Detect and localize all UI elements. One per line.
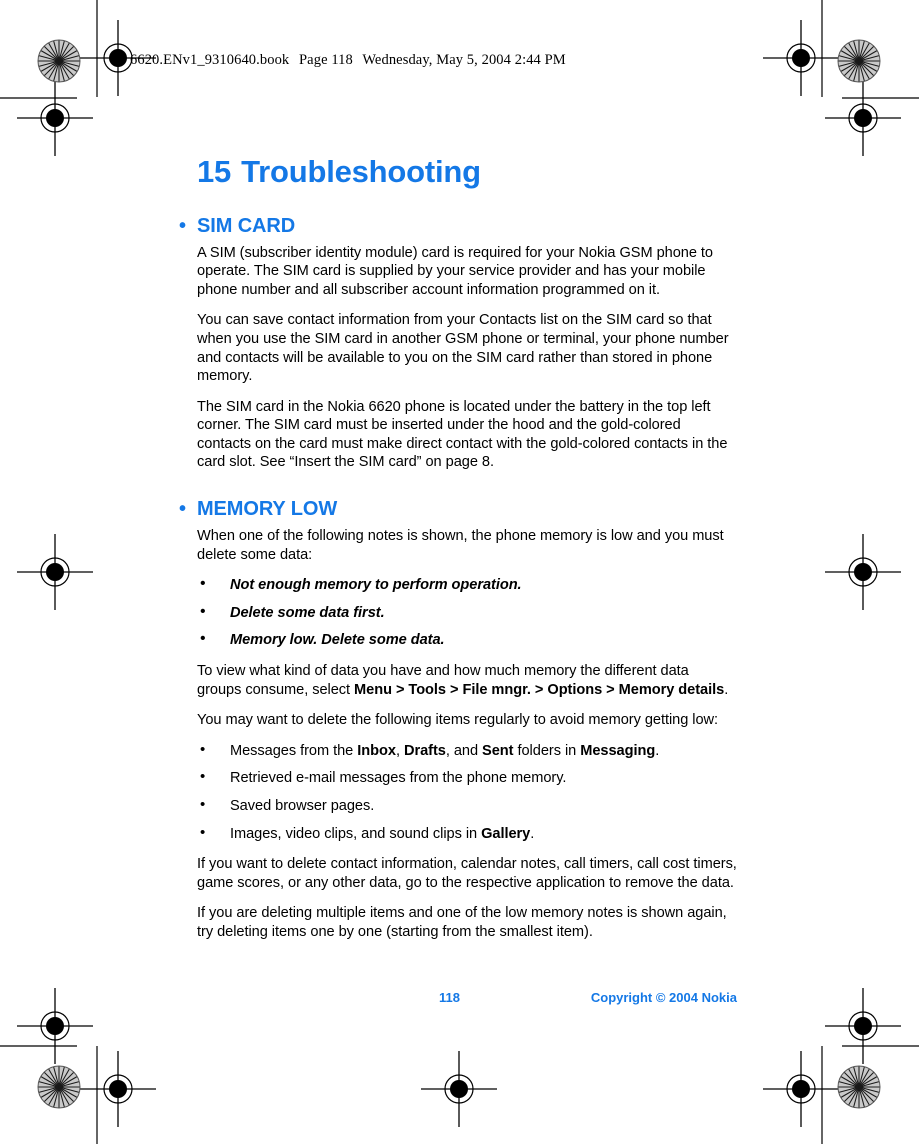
chapter-number: 15 [197,154,232,189]
item-emphasis-drafts: Drafts [403,742,446,759]
item-text-part: Messages from the [230,742,358,759]
list-item: • Messages from the Inbox, Drafts, and Se… [197,740,737,761]
section-heading-label: MEMORY LOW [197,498,338,521]
paragraph-sim-1: A SIM (subscriber identity module) card … [197,244,713,298]
list-item: • Memory low. Delete some data. [197,630,737,650]
paragraph-sim-2: You can save contact information from yo… [197,312,729,385]
section-heading-label: SIM CARD [197,214,296,237]
item-text-part: Images, video clips, and sound clips in [230,825,482,842]
item-text-part: , and [445,742,483,759]
header-file-name: 6620.ENv1_9310640.book [130,52,290,68]
bullet-icon: • [200,823,206,841]
page-footer: 118 Copyright © 2004 Nokia [197,990,737,1008]
note-text: Delete some data first. [230,604,385,621]
footer-page-number: 118 [439,990,460,1005]
chapter-name: Troubleshooting [241,154,481,189]
paragraph-memory-intro: When one of the following notes is shown… [197,528,724,563]
paragraph-delete-intro: You may want to delete the following ite… [197,712,719,729]
bullet-icon: • [200,602,206,620]
bullet-icon: • [200,630,206,648]
item-emphasis-sent: Sent [482,742,514,759]
document-page: 6620.ENv1_9310640.book Page 118 Wednesda… [0,0,919,1144]
section-heading-memory-low: • MEMORY LOW [179,498,737,521]
item-text-part: Saved browser pages. [230,798,375,815]
item-emphasis-messaging: Messaging [580,742,656,759]
item-text-part: , [395,742,404,759]
bullet-icon: • [179,498,186,521]
list-item: • Images, video clips, and sound clips in… [197,823,737,844]
list-item: • Retrieved e-mail messages from the phon… [197,768,737,788]
chapter-title: 15 Troubleshooting [197,154,737,189]
bullet-icon: • [179,214,186,237]
item-emphasis-gallery: Gallery [481,825,531,842]
page-content: 15 Troubleshooting • SIM CARD A SIM (subsc… [179,154,737,954]
list-item: • Saved browser pages. [197,796,737,816]
bullet-icon: • [200,575,206,593]
header-date-time: Wednesday, May 5, 2004 2:44 PM [362,52,566,68]
bullet-icon: • [200,740,206,758]
note-text: Memory low. Delete some data. [230,632,445,649]
section-heading-sim-card: • SIM CARD [179,215,737,238]
list-item: • Not enough memory to perform operation. [197,575,737,595]
item-emphasis-inbox: Inbox [357,742,396,759]
item-text-part: folders in [513,742,581,759]
list-item: • Delete some data first. [197,602,737,623]
menu-path: Menu > Tools > File mngr. > Options > Me… [354,681,725,698]
footer-copyright: Copyright © 2004 Nokia [590,990,737,1005]
header-page-label: Page 118 [299,52,353,68]
paragraph-sim-3: The SIM card in the Nokia 6620 phone is … [197,398,728,471]
bullet-icon: • [200,796,206,814]
running-header: 6620.ENv1_9310640.book Page 118 Wednesda… [130,52,566,69]
item-text-part: Retrieved e-mail messages from the phone… [230,770,567,787]
item-text-part: . [655,742,660,759]
note-text: Not enough memory to perform operation. [230,577,522,594]
item-text-part: . [530,825,535,842]
paragraph-memory-details: To view what kind of data you have and h… [197,662,737,699]
paragraph-closing-1: If you want to delete contact informatio… [197,856,737,891]
bullet-icon: • [200,768,206,786]
paragraph-closing-2: If you are deleting multiple items and o… [197,905,727,940]
view-data-suffix: . [724,681,729,698]
delete-items-list: • Messages from the Inbox, Drafts, and Se… [197,740,737,844]
memory-notes-list: • Not enough memory to perform operation.… [197,575,737,650]
